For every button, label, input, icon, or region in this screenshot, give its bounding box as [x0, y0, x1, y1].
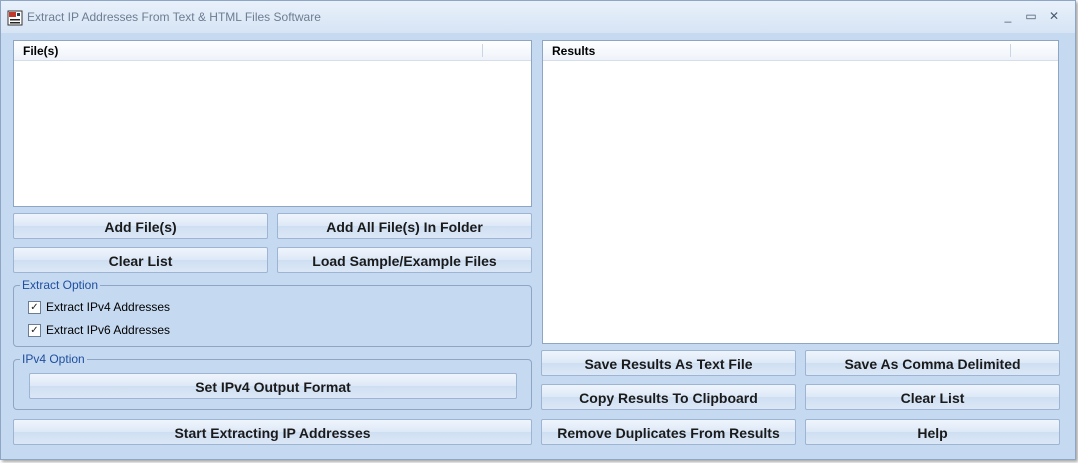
column-separator[interactable] — [482, 44, 483, 57]
app-window: Extract IP Addresses From Text & HTML Fi… — [0, 0, 1076, 460]
set-ipv4-format-button[interactable]: Set IPv4 Output Format — [29, 373, 517, 399]
clear-results-button[interactable]: Clear List — [805, 384, 1060, 410]
ipv4-option-legend: IPv4 Option — [20, 352, 87, 366]
title-bar[interactable]: Extract IP Addresses From Text & HTML Fi… — [1, 1, 1075, 33]
load-sample-button[interactable]: Load Sample/Example Files — [277, 247, 532, 273]
add-files-button[interactable]: Add File(s) — [13, 213, 268, 239]
add-folder-button[interactable]: Add All File(s) In Folder — [277, 213, 532, 239]
copy-clipboard-button[interactable]: Copy Results To Clipboard — [541, 384, 796, 410]
files-list[interactable]: File(s) — [13, 40, 532, 207]
extract-option-group: Extract Option ✓ Extract IPv4 Addresses … — [13, 278, 532, 347]
close-button[interactable]: ✕ — [1043, 7, 1065, 25]
ipv4-checkbox-label[interactable]: Extract IPv4 Addresses — [46, 300, 170, 314]
ipv4-option-group: IPv4 Option Set IPv4 Output Format — [13, 352, 532, 410]
app-icon — [7, 10, 23, 26]
ipv6-checkbox-label[interactable]: Extract IPv6 Addresses — [46, 323, 170, 337]
window-title: Extract IP Addresses From Text & HTML Fi… — [27, 10, 321, 24]
minimize-button[interactable]: _ — [997, 7, 1019, 25]
results-list-header[interactable]: Results — [543, 41, 1058, 61]
start-extracting-button[interactable]: Start Extracting IP Addresses — [13, 419, 532, 445]
ipv4-checkbox[interactable]: ✓ — [28, 301, 41, 314]
ipv6-checkbox[interactable]: ✓ — [28, 324, 41, 337]
maximize-button[interactable]: ▭ — [1020, 7, 1042, 25]
files-list-header[interactable]: File(s) — [14, 41, 531, 61]
column-separator[interactable] — [1010, 44, 1011, 57]
save-text-file-button[interactable]: Save Results As Text File — [541, 350, 796, 376]
clear-files-button[interactable]: Clear List — [13, 247, 268, 273]
extract-option-legend: Extract Option — [20, 278, 101, 292]
files-column-header[interactable]: File(s) — [23, 44, 58, 58]
remove-duplicates-button[interactable]: Remove Duplicates From Results — [541, 419, 796, 445]
save-comma-delimited-button[interactable]: Save As Comma Delimited — [805, 350, 1060, 376]
results-column-header[interactable]: Results — [552, 44, 595, 58]
results-list[interactable]: Results — [542, 40, 1059, 344]
help-button[interactable]: Help — [805, 419, 1060, 445]
